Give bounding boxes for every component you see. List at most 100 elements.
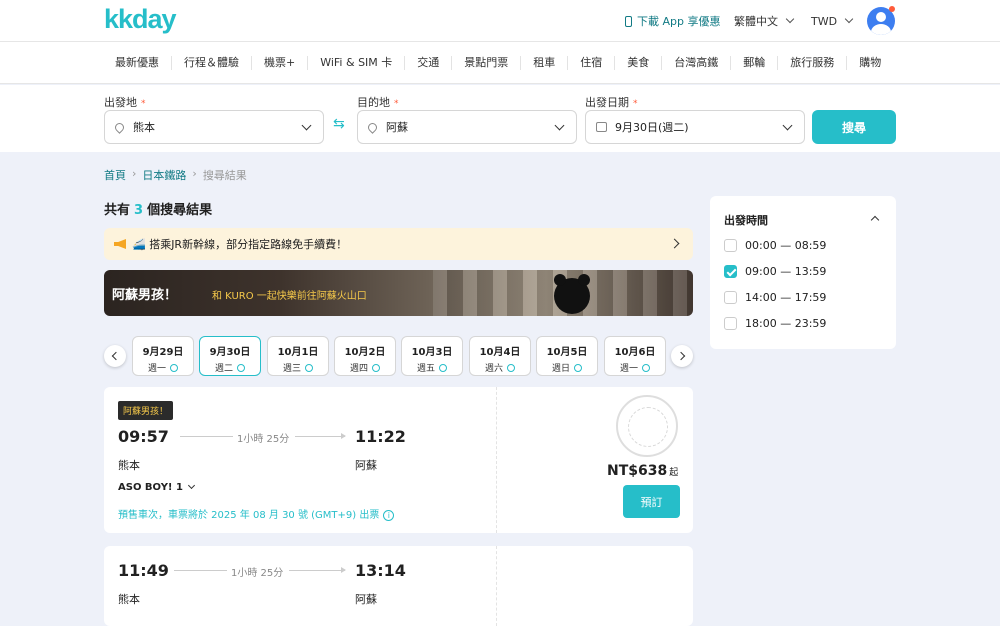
next-date-button[interactable] <box>671 345 693 367</box>
from-select[interactable]: 熊本 <box>104 110 324 144</box>
promo-notice[interactable]: 🚄 搭乘JR新幹線，部分指定路線免手續費！ <box>104 228 693 260</box>
result-count-title: 共有 3 個搜尋結果 <box>104 203 213 218</box>
swap-icon[interactable]: ⇆ <box>333 116 345 132</box>
aso-boy-banner[interactable]: 阿蘇男孩！ 和 KURO 一起快樂前往阿蘇火山口 <box>104 270 693 316</box>
nav-item-shopping[interactable]: 購物 <box>847 56 893 70</box>
location-pin-icon <box>113 120 126 134</box>
date-select[interactable]: 9月30日(週二) <box>585 110 805 144</box>
date-selector: 9月29日 週一 9月30日 週二 10月1日 週三 10月2日 週四 10月3日 週五 … <box>104 336 693 376</box>
clock-icon <box>439 364 447 372</box>
breadcrumb-separator: › <box>192 167 197 180</box>
route-arrow <box>289 567 346 573</box>
nav-item-travel-services[interactable]: 旅行服務 <box>778 55 848 70</box>
duration: 1小時 25分 <box>231 568 284 579</box>
time-option[interactable]: 00:00 — 08:59 <box>724 239 826 252</box>
to-value: 阿蘇 <box>386 121 408 134</box>
search-bar: 出發地 * 熊本 目的地 * 阿蘇 出發日期 * 9月30日(週二) 搜尋 <box>0 85 1000 152</box>
nav-item-transport[interactable]: 交通 <box>405 55 453 70</box>
from-station: 熊本 <box>118 459 140 472</box>
clock-icon <box>237 364 245 372</box>
card-divider <box>496 546 497 626</box>
category-nav: 最新優惠 行程＆體驗 機票+ WiFi & SIM 卡 交通 景點門票 租車 住… <box>0 42 1000 84</box>
info-icon[interactable]: i <box>383 510 395 521</box>
clock-icon <box>372 364 380 372</box>
nav-item-attractions[interactable]: 景點門票 <box>452 55 522 70</box>
nav-item-thsr[interactable]: 台灣高鐵 <box>662 55 732 70</box>
from-label: 出發地 * <box>104 96 146 109</box>
chevron-down-icon <box>187 481 195 490</box>
checkbox[interactable] <box>724 291 737 304</box>
user-head-icon <box>876 12 886 22</box>
date-card[interactable]: 9月29日 週一 <box>132 336 194 376</box>
calendar-icon <box>596 122 607 132</box>
clock-icon <box>170 364 178 372</box>
nav-item-flights[interactable]: 機票+ <box>252 55 309 70</box>
time-option[interactable]: 09:00 — 13:59 <box>724 265 826 278</box>
train-name-toggle[interactable]: ASO BOY! 1 <box>118 481 195 493</box>
clock-icon <box>305 364 313 372</box>
search-button[interactable]: 搜尋 <box>812 110 896 144</box>
date-card-selected[interactable]: 9月30日 週二 <box>199 336 261 376</box>
chevron-up-icon[interactable] <box>870 215 880 225</box>
kkday-logo[interactable]: kkday <box>104 4 177 35</box>
nav-item-cruise[interactable]: 郵輪 <box>731 55 779 70</box>
date-card[interactable]: 10月5日 週日 <box>536 336 598 376</box>
user-body-icon <box>871 24 891 35</box>
route-line <box>174 570 227 571</box>
arrive-time: 11:22 <box>355 427 406 446</box>
nav-item-deals[interactable]: 最新優惠 <box>104 55 172 70</box>
checkbox-checked[interactable] <box>724 265 737 278</box>
date-card[interactable]: 10月6日 週一 <box>604 336 666 376</box>
nav-item-tours[interactable]: 行程＆體驗 <box>172 55 252 70</box>
to-station: 阿蘇 <box>355 459 377 472</box>
breadcrumb-japan-rail[interactable]: 日本鐵路 <box>142 167 186 183</box>
chevron-down-icon <box>844 14 854 24</box>
currency-selector[interactable]: TWD <box>811 0 854 42</box>
price: NT$638 起 <box>607 463 679 479</box>
time-option[interactable]: 18:00 — 23:59 <box>724 317 826 330</box>
language-selector[interactable]: 繁體中文 <box>734 0 795 42</box>
chevron-right-icon <box>669 238 680 249</box>
date-value: 9月30日(週二) <box>615 121 689 134</box>
depart-time: 09:57 <box>118 427 169 446</box>
checkbox[interactable] <box>724 239 737 252</box>
language-label: 繁體中文 <box>734 15 778 28</box>
prev-date-button[interactable] <box>104 345 126 367</box>
date-card[interactable]: 10月4日 週六 <box>469 336 531 376</box>
from-station: 熊本 <box>118 593 140 606</box>
clock-icon <box>507 364 515 372</box>
nav-item-wifi-sim[interactable]: WiFi & SIM 卡 <box>308 55 406 70</box>
nav-item-food[interactable]: 美食 <box>615 55 663 70</box>
train-result-card[interactable]: 11:49 1小時 25分 13:14 熊本 阿蘇 <box>104 546 693 626</box>
to-label: 目的地 * <box>357 96 399 109</box>
chevron-down-icon <box>782 120 793 131</box>
to-select[interactable]: 阿蘇 <box>357 110 577 144</box>
promo-notice-text: 🚄 搭乘JR新幹線，部分指定路線免手續費！ <box>132 238 348 251</box>
breadcrumb-current: 搜尋結果 <box>202 169 247 182</box>
top-bar: kkday 下載 App 享優惠 繁體中文 TWD <box>0 0 1000 42</box>
download-app-label: 下載 App 享優惠 <box>637 15 721 28</box>
route-line <box>180 436 233 437</box>
nav-item-hotels[interactable]: 住宿 <box>568 55 616 70</box>
date-card[interactable]: 10月3日 週五 <box>401 336 463 376</box>
date-card[interactable]: 10月2日 週四 <box>334 336 396 376</box>
date-card[interactable]: 10月1日 週三 <box>267 336 329 376</box>
duration: 1小時 25分 <box>237 434 290 445</box>
clock-icon <box>574 364 582 372</box>
banner-subtitle: 和 KURO 一起快樂前往阿蘇火山口 <box>212 291 367 302</box>
breadcrumb-home[interactable]: 首頁 <box>104 167 126 183</box>
book-button[interactable]: 預訂 <box>623 485 680 518</box>
download-app-link[interactable]: 下載 App 享優惠 <box>625 0 720 42</box>
time-option[interactable]: 14:00 — 17:59 <box>724 291 826 304</box>
to-station: 阿蘇 <box>355 593 377 606</box>
phone-icon <box>625 15 632 27</box>
train-result-card[interactable]: 阿蘇男孩！ 09:57 1小時 25分 11:22 熊本 阿蘇 ASO BOY!… <box>104 387 693 533</box>
card-divider <box>496 387 497 533</box>
chevron-down-icon <box>301 120 312 131</box>
filter-title: 出發時間 <box>724 214 768 227</box>
breadcrumb: 首頁 › 日本鐵路 › 搜尋結果 <box>104 167 247 183</box>
breadcrumb-separator: › <box>132 167 137 180</box>
departure-time-filter: 出發時間 00:00 — 08:59 09:00 — 13:59 14:00 —… <box>710 196 896 349</box>
checkbox[interactable] <box>724 317 737 330</box>
nav-item-car-rental[interactable]: 租車 <box>521 55 569 70</box>
